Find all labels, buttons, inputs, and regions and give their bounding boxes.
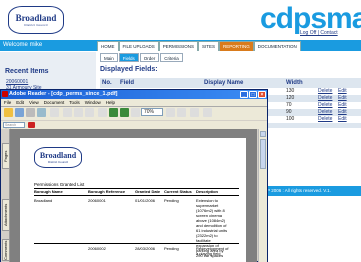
logo-title: Broadland	[15, 12, 57, 23]
tab-home[interactable]: HOME	[97, 41, 119, 51]
menu-file[interactable]: File	[4, 99, 11, 106]
reader-title: Adobe Reader - [cdp_perms_since_1.pdf]	[9, 91, 118, 97]
tab-documentation[interactable]: DOCUMENTATION	[253, 41, 301, 51]
main-nav: HOME FILE UPLOADS PERMISSIONS SITES REPO…	[97, 40, 301, 51]
edit-link[interactable]: Edit	[338, 102, 347, 108]
yahoo-search-icon[interactable]	[28, 122, 35, 128]
welcome-text: Welcome mike	[3, 42, 43, 48]
close-icon[interactable]: ×	[258, 91, 266, 98]
delete-link[interactable]: Delete	[318, 102, 332, 108]
recent-items-title: Recent Items	[5, 68, 49, 75]
doc-cell: 01/01/2006	[135, 198, 156, 203]
document-title: Permissions Granted List	[34, 182, 85, 187]
doc-cell: 20060001	[88, 198, 106, 203]
delete-link[interactable]: Delete	[318, 116, 332, 122]
zoom-in-icon[interactable]	[98, 108, 107, 117]
col-no: No.	[102, 80, 112, 86]
edit-link[interactable]: Edit	[338, 109, 347, 115]
sub-tabs: Main Fields Order Criteria	[100, 53, 183, 62]
tab-attachments[interactable]: Attachments	[2, 199, 10, 231]
search-web-input[interactable]: Search Web	[3, 122, 25, 132]
prev-page-icon[interactable]	[109, 108, 118, 117]
search-icon[interactable]	[50, 108, 59, 117]
tab-permissions[interactable]: PERMISSIONS	[158, 41, 199, 51]
doc-cell: 28/03/2006	[135, 246, 156, 251]
delete-link[interactable]: Delete	[318, 109, 332, 115]
adobe-reader-icon	[2, 91, 8, 97]
width-value: 70	[286, 102, 292, 108]
col-display-name: Display Name	[204, 80, 244, 86]
menu-bar: File Edit View Document Tools Window Hel…	[1, 99, 267, 106]
fit-width-icon[interactable]	[177, 108, 186, 117]
vertical-scrollbar[interactable]	[258, 129, 267, 262]
print-icon[interactable]	[26, 108, 35, 117]
tab-sites[interactable]: SITES	[198, 41, 220, 51]
width-value: 100	[286, 116, 295, 122]
tab-main[interactable]: Main	[100, 53, 118, 62]
menu-view[interactable]: View	[29, 99, 39, 106]
menu-edit[interactable]: Edit	[16, 99, 24, 106]
doc-cell: Pending	[164, 246, 179, 251]
scroll-thumb[interactable]	[260, 139, 266, 169]
search-toolbar	[1, 121, 267, 129]
tab-criteria[interactable]: Criteria	[160, 53, 183, 62]
delete-link[interactable]: Delete	[318, 95, 332, 101]
select-text-icon[interactable]	[74, 108, 83, 117]
col-width: Width	[286, 80, 303, 86]
doc-col-granted-date: Granted Date	[135, 189, 161, 194]
menu-tools[interactable]: Tools	[69, 99, 80, 106]
doc-col-borough-ref: Borough Reference	[88, 189, 126, 194]
tab-reporting[interactable]: REPORTING	[219, 41, 254, 51]
page-logo-subtitle: District Council	[47, 159, 68, 164]
header-rule	[34, 195, 239, 196]
tab-file-uploads[interactable]: FILE UPLOADS	[118, 41, 159, 51]
delete-link[interactable]: Delete	[318, 88, 332, 94]
edit-link[interactable]: Edit	[338, 95, 347, 101]
doc-col-description: Description	[196, 189, 219, 194]
edit-link[interactable]: Edit	[338, 88, 347, 94]
email-icon[interactable]	[37, 108, 46, 117]
tab-pages[interactable]: Pages	[2, 143, 10, 169]
displayed-fields-title: Displayed Fields:	[100, 66, 158, 73]
save-icon[interactable]	[15, 108, 24, 117]
doc-col-borough-name: Borough Name	[34, 189, 63, 194]
menu-document[interactable]: Document	[44, 99, 65, 106]
tab-fields[interactable]: Fields	[118, 53, 139, 62]
width-value: 120	[286, 95, 295, 101]
scroll-up-icon[interactable]	[260, 131, 266, 137]
zoom-out-icon[interactable]	[131, 108, 140, 117]
council-logo: Broadland District Council	[8, 6, 64, 34]
logo-subtitle: District Council	[24, 22, 48, 27]
next-page-icon[interactable]	[120, 108, 129, 117]
menu-help[interactable]: Help	[106, 99, 115, 106]
doc-description: Redevelopment of a playing field	[196, 246, 229, 256]
help-icon[interactable]	[203, 108, 212, 117]
edit-link[interactable]: Edit	[338, 116, 347, 122]
hand-tool-icon[interactable]	[63, 108, 72, 117]
page-council-logo: Broadland District Council	[34, 147, 82, 168]
fit-page-icon[interactable]	[166, 108, 175, 117]
doc-col-status: Current Status	[164, 189, 192, 194]
width-value: 130	[286, 88, 295, 94]
menu-window[interactable]: Window	[85, 99, 101, 106]
navigation-pane: Pages Attachments Comments	[1, 129, 10, 262]
minimize-icon[interactable]: _	[240, 91, 248, 98]
col-field: Field	[120, 80, 135, 86]
sign-icon[interactable]	[190, 108, 199, 117]
width-value: 90	[286, 109, 292, 115]
doc-cell: Broadland	[34, 198, 53, 203]
tab-comments[interactable]: Comments	[2, 239, 10, 261]
tab-order[interactable]: Order	[139, 53, 160, 62]
snapshot-icon[interactable]	[85, 108, 94, 117]
page-logo-title: Broadland	[39, 150, 77, 160]
doc-cell: 20060002	[88, 246, 106, 251]
row-rule	[34, 243, 239, 244]
open-folder-icon[interactable]	[4, 108, 13, 117]
doc-cell: Pending	[164, 198, 179, 203]
zoom-select[interactable]: 70%	[141, 108, 163, 116]
logoff-link[interactable]: Log Off | Contact	[300, 30, 338, 36]
maximize-icon[interactable]: □	[249, 91, 257, 98]
